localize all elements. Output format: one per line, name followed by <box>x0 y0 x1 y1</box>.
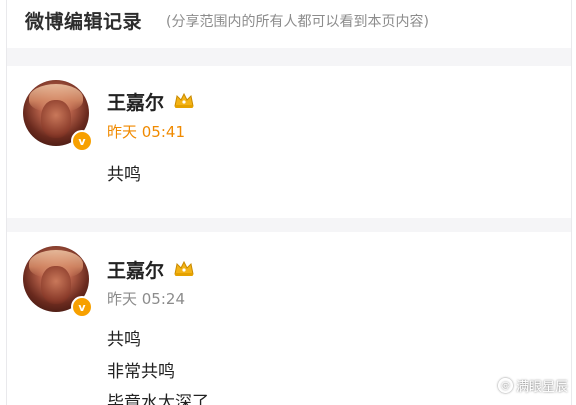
post-text-line: 共鸣 <box>107 330 141 350</box>
separator <box>7 218 571 232</box>
page-subtitle: (分享范围内的所有人都可以看到本页内容) <box>166 14 429 30</box>
timestamp: 昨天 05:41 <box>107 123 185 141</box>
user-name[interactable]: 王嘉尔 <box>107 88 164 115</box>
edit-record: v 王嘉尔 昨天 05:41 共鸣 <box>7 66 571 218</box>
watermark-text: 满眼星辰 <box>515 380 568 395</box>
avatar-face <box>41 266 71 304</box>
crown-icon <box>174 260 194 276</box>
edit-history-panel: 微博编辑记录 (分享范围内的所有人都可以看到本页内容) v 王嘉尔 昨天 05:… <box>6 0 572 405</box>
crown-icon <box>174 92 194 108</box>
post-text-line: 毕竟水太深了 <box>107 393 209 405</box>
user-name[interactable]: 王嘉尔 <box>107 256 164 283</box>
verified-badge-icon: v <box>71 130 93 152</box>
at-icon: @ <box>497 378 513 393</box>
timestamp: 昨天 05:24 <box>107 290 185 308</box>
header: 微博编辑记录 (分享范围内的所有人都可以看到本页内容) <box>7 0 571 48</box>
watermark: @ 满眼星辰 <box>497 376 568 395</box>
verified-badge-icon: v <box>71 296 93 318</box>
post-text-line: 非常共鸣 <box>107 362 175 382</box>
avatar-face <box>41 100 71 138</box>
edit-record: v 王嘉尔 昨天 05:24 共鸣 非常共鸣 毕竟水太深了 <box>7 232 571 405</box>
separator <box>7 48 571 66</box>
post-text-line: 共鸣 <box>107 165 141 185</box>
page-title: 微博编辑记录 <box>25 11 143 33</box>
